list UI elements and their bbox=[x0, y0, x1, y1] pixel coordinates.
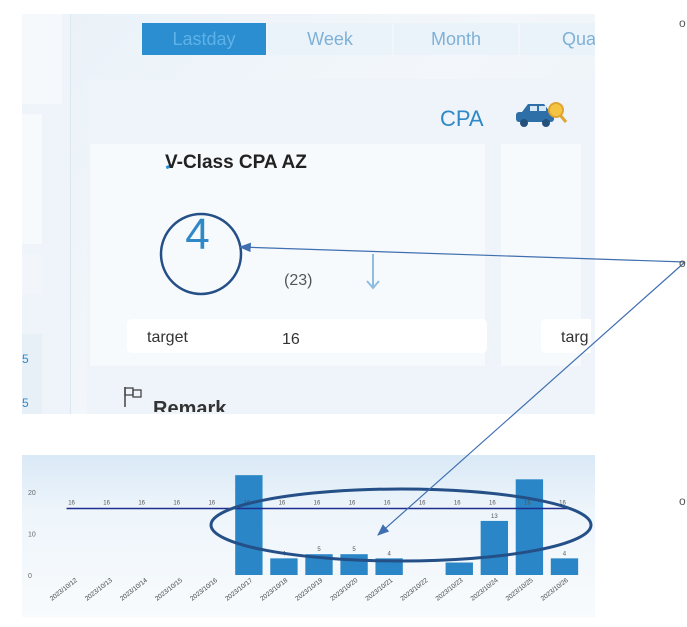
target-value-label: 16 bbox=[103, 500, 110, 506]
target-value-label: 16 bbox=[314, 500, 321, 506]
tab-quarter[interactable]: Quar bbox=[520, 23, 595, 55]
chart-bar bbox=[305, 554, 333, 575]
tab-lastday[interactable]: Lastday bbox=[142, 23, 266, 55]
target-value-label: 16 bbox=[384, 500, 391, 506]
period-tab-bar: Lastday Week Month Quar bbox=[142, 23, 595, 55]
x-tick-label: 2023/10/19 bbox=[294, 577, 324, 603]
bar-value-label: 5 bbox=[317, 547, 321, 553]
x-tick-label: 2023/10/13 bbox=[84, 577, 114, 603]
target-label: target bbox=[147, 329, 188, 346]
tab-week[interactable]: Week bbox=[268, 23, 392, 55]
side-marker: o bbox=[679, 16, 686, 30]
sidebar-pane bbox=[22, 114, 42, 244]
bar-value-label: 5 bbox=[352, 547, 356, 553]
x-tick-label: 2023/10/15 bbox=[154, 577, 184, 603]
target-value-label: 16 bbox=[244, 500, 251, 506]
x-tick-label: 2023/10/17 bbox=[224, 577, 254, 603]
y-tick-label: 20 bbox=[28, 490, 36, 497]
target-value-label: 16 bbox=[454, 500, 461, 506]
car-search-icon bbox=[516, 102, 568, 127]
chart-bar bbox=[480, 520, 509, 575]
x-tick-label: 2023/10/25 bbox=[505, 577, 535, 603]
target-value-label: 16 bbox=[279, 500, 286, 506]
target-value-label: 16 bbox=[68, 500, 75, 506]
x-tick-label: 2023/10/21 bbox=[364, 577, 394, 603]
x-tick-label: 2023/10/18 bbox=[259, 577, 289, 603]
target-value-label: 16 bbox=[208, 500, 215, 506]
x-tick-label: 2023/10/26 bbox=[540, 577, 570, 603]
target-value-label: 16 bbox=[524, 500, 531, 506]
chart-bar bbox=[445, 562, 473, 575]
x-tick-label: 2023/10/16 bbox=[189, 577, 219, 603]
daily-bar-chart: 0 10 20 2023/10/12 16 2023/10/13 16 2023/10/14 1… bbox=[22, 455, 595, 617]
flag-icon bbox=[124, 387, 142, 407]
tab-month[interactable]: Month bbox=[394, 23, 518, 55]
target-value-label: 16 bbox=[419, 500, 426, 506]
remark-label: Remark bbox=[153, 398, 227, 412]
sidebar-pane bbox=[22, 14, 62, 104]
chart-bar bbox=[375, 558, 403, 575]
arrow-down-icon bbox=[366, 254, 380, 290]
left-sidebar-panel bbox=[22, 14, 71, 414]
chart-bar bbox=[515, 479, 544, 575]
bar-value-label: 4 bbox=[563, 551, 567, 557]
target-label-secondary: targ bbox=[561, 329, 589, 346]
target-value: 16 bbox=[282, 331, 300, 348]
bar-value-label: 13 bbox=[491, 514, 498, 520]
kpi-value: 4 bbox=[185, 210, 210, 259]
chart-bar bbox=[235, 475, 263, 575]
chart-bar bbox=[270, 558, 298, 575]
target-value-label: 16 bbox=[559, 500, 566, 506]
y-tick-label: 0 bbox=[28, 573, 32, 580]
chart-bar bbox=[340, 554, 368, 575]
x-tick-label: 2023/10/23 bbox=[435, 577, 465, 603]
chart-canvas: 0 10 20 2023/10/12 16 2023/10/13 16 2023/10/14 1… bbox=[28, 475, 579, 603]
card-title: V-Class CPA AZ bbox=[165, 152, 307, 173]
sidebar-mark: 5 bbox=[22, 352, 29, 366]
target-value-label: 16 bbox=[489, 500, 496, 506]
section-title: CPA bbox=[440, 106, 484, 131]
x-tick-label: 2023/10/22 bbox=[399, 577, 429, 603]
target-value-label: 16 bbox=[173, 500, 180, 506]
x-tick-label: 2023/10/14 bbox=[119, 577, 149, 603]
target-value-label: 16 bbox=[138, 500, 145, 506]
side-marker: o bbox=[679, 256, 686, 270]
kpi-comparison: (23) bbox=[284, 272, 313, 289]
target-value-label: 16 bbox=[349, 500, 356, 506]
side-marker: o bbox=[679, 494, 686, 508]
sidebar-mark: 5 bbox=[22, 396, 29, 410]
y-tick-label: 10 bbox=[28, 531, 36, 538]
x-tick-label: 2023/10/12 bbox=[49, 577, 79, 603]
chart-bar bbox=[550, 558, 579, 575]
bar-value-label: 4 bbox=[282, 551, 286, 557]
x-tick-label: 2023/10/20 bbox=[329, 577, 359, 603]
bar-value-label: 4 bbox=[387, 551, 391, 557]
sidebar-pane bbox=[22, 254, 42, 294]
x-tick-label: 2023/10/24 bbox=[470, 577, 500, 603]
